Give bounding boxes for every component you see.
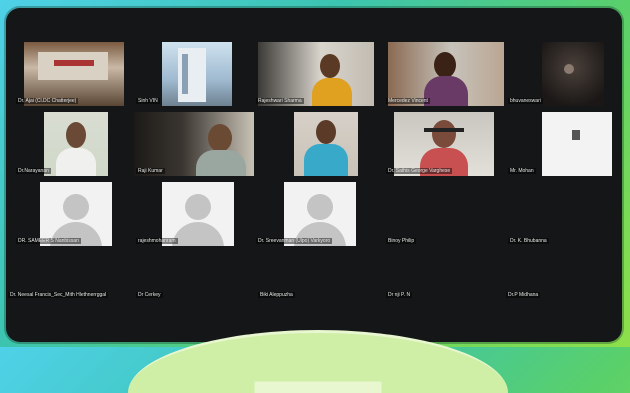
participant-tile[interactable]: Dr. Neesal Francis_Sec_Mith Hlethnerrgga… [6,252,126,316]
avatar-placeholder [162,182,234,246]
avatar-placeholder [284,182,356,246]
participant-name: Rajeshwari Sharma [256,98,304,104]
participant-video [388,42,504,106]
participant-tile[interactable]: rajeshmohanram [134,182,254,246]
participant-video [258,42,374,106]
user-icon [185,194,211,220]
participant-tile[interactable]: Dr. Sathis George Varghese [384,112,504,176]
participant-name: bhuvaneswari [508,98,543,104]
participant-name: Dr. Sreevanman (Ulpo) Varkyoro [256,238,333,244]
participant-name: Dr. Sathis George Varghese [386,168,453,174]
participant-video [134,112,254,176]
participant-video [394,112,494,176]
participant-tile[interactable]: Raji Kumar [134,112,254,176]
participant-tile[interactable]: Dr. Ajai (Cl.DC Chatterjee) [14,42,134,106]
participant-name: rajeshmohanram [136,238,178,244]
participant-tile[interactable]: Dr Cerkey [134,252,254,316]
participant-video [162,42,232,106]
participant-tile[interactable]: Dr.Narayanan [14,112,134,176]
participant-name: Dr. Neesal Francis_Sec_Mith Hlethnerrgga… [8,292,109,298]
participant-tile[interactable]: bhuvaneswari [506,42,622,106]
participant-name: Mr. Mohan [508,168,536,174]
participant-name: Dr. Ajai (Cl.DC Chatterjee) [16,98,79,104]
participant-name: Raji Kumar [136,168,165,174]
participant-video [542,42,604,106]
participant-tile[interactable]: Dr. K. Bhubanna [506,182,622,246]
participant-name: DR. SAMEER S Nanbissan [16,238,81,244]
participant-name: Dr.Narayanan [16,168,51,174]
participant-tile[interactable]: Dr. Sreevanman (Ulpo) Varkyoro [254,182,374,246]
participant-name: Mercedez Vincent [386,98,430,104]
participant-video [542,112,612,176]
participant-tile[interactable]: Mr. Mohan [506,112,622,176]
participant-name: Dr Cerkey [136,292,163,298]
participant-tile[interactable]: DR. SAMEER S Nanbissan [14,182,134,246]
meeting-window: Dr. Ajai (Cl.DC Chatterjee) Sinh VIN Raj… [6,8,622,342]
participant-video [294,112,358,176]
avatar-placeholder [40,182,112,246]
participant-tile[interactable]: Binoy Philip [384,182,504,246]
participant-name: Dr nji P. N [386,292,413,298]
participant-tile[interactable]: Sinh VIN [134,42,254,106]
participant-tile[interactable]: Rajeshwari Sharma [254,42,374,106]
participant-name: Dr. K. Bhubanna [508,238,549,244]
participant-name: Binoy Philip [386,238,417,244]
participant-name: Sinh VIN [136,98,160,104]
participant-tile[interactable]: Mercedez Vincent [384,42,504,106]
user-icon [307,194,333,220]
participant-tile[interactable] [254,112,374,176]
participant-name: Biki Aleppuzha [258,292,295,298]
participant-video [24,42,124,106]
participant-name: Dr.P Midhana [506,292,541,298]
participant-tile[interactable]: Dr.P Midhana [504,252,622,316]
user-icon [63,194,89,220]
participant-tile[interactable]: Dr nji P. N [384,252,504,316]
participant-tile[interactable]: Biki Aleppuzha [256,252,376,316]
participant-video [44,112,108,176]
